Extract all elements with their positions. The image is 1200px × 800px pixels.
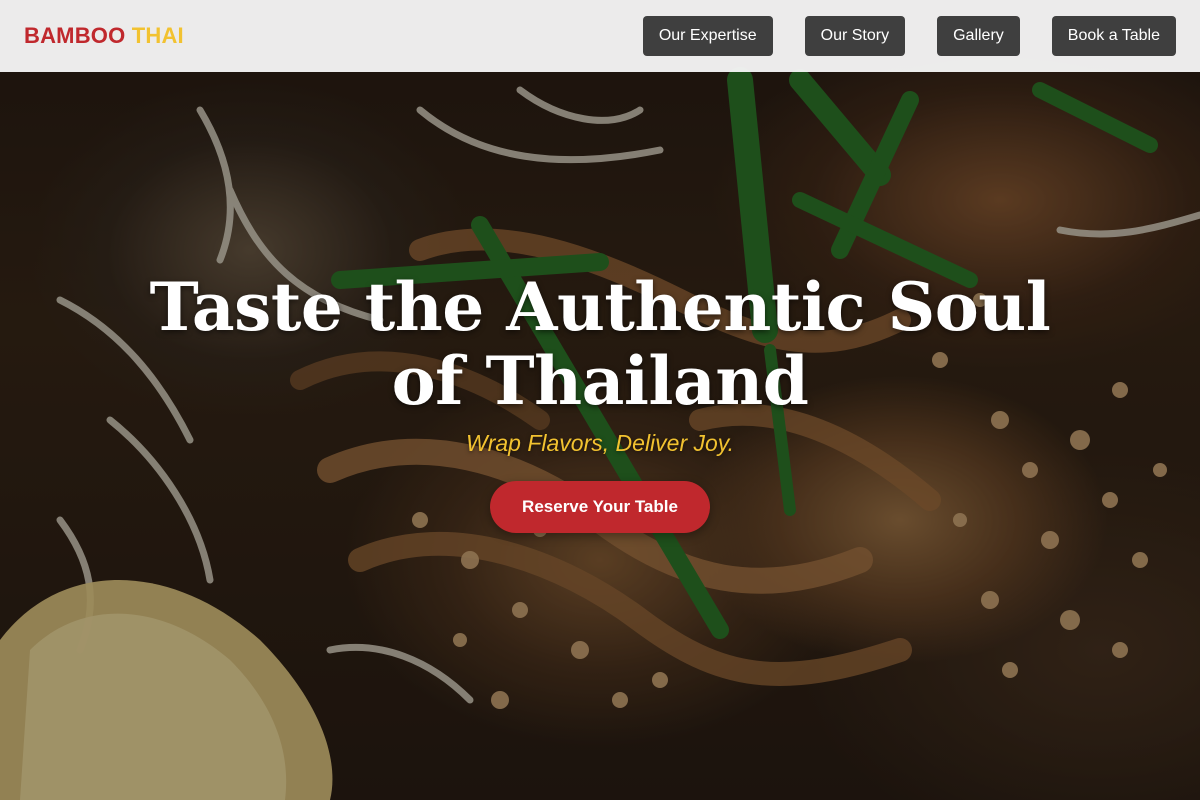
- nav-our-expertise-button[interactable]: Our Expertise: [642, 16, 773, 56]
- nav-book-a-table-button[interactable]: Book a Table: [1051, 16, 1176, 56]
- nav-links: Our Expertise Our Story Gallery Book a T…: [642, 16, 1176, 56]
- nav-gallery-button[interactable]: Gallery: [937, 16, 1020, 56]
- reserve-table-button[interactable]: Reserve Your Table: [490, 481, 710, 533]
- page: BAMBOO THAI Our Expertise Our Story Gall…: [0, 0, 1200, 800]
- hero-title: Taste the Authentic Soul of Thailand: [149, 268, 1051, 420]
- brand-name-part2: THAI: [131, 23, 184, 48]
- nav-our-story-button[interactable]: Our Story: [804, 16, 906, 56]
- brand-logo[interactable]: BAMBOO THAI: [24, 23, 184, 49]
- brand-name-part1: BAMBOO: [24, 23, 126, 48]
- hero-content: Taste the Authentic Soul of Thailand Wra…: [0, 270, 1200, 533]
- top-navbar: BAMBOO THAI Our Expertise Our Story Gall…: [0, 0, 1200, 72]
- hero-tagline: Wrap Flavors, Deliver Joy.: [466, 430, 734, 456]
